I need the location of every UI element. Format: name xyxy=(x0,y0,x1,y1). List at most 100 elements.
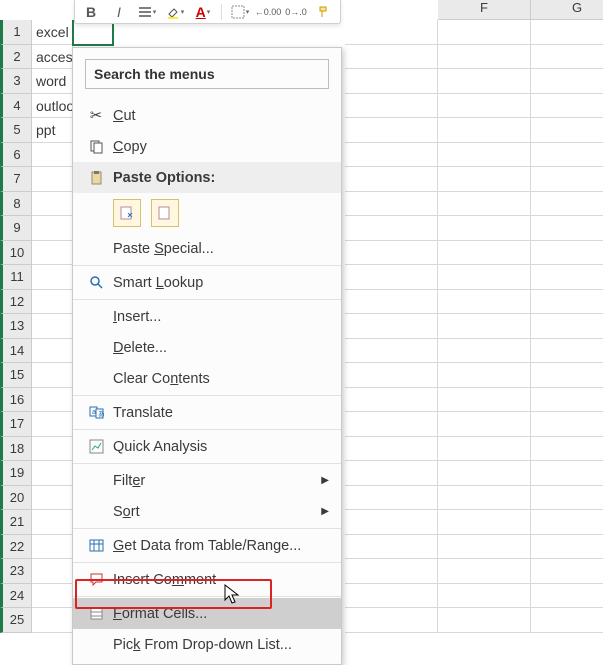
col-header-g[interactable]: G xyxy=(531,0,603,20)
cell[interactable] xyxy=(345,167,438,192)
cell-a1[interactable]: excel xyxy=(32,20,73,45)
cell[interactable] xyxy=(345,216,438,241)
menu-insert[interactable]: Insert... xyxy=(73,301,341,332)
cell[interactable] xyxy=(531,167,603,192)
row-header[interactable]: 20 xyxy=(0,486,32,511)
cell[interactable] xyxy=(531,118,603,143)
cell[interactable] xyxy=(32,339,73,364)
menu-copy[interactable]: Copy xyxy=(73,131,341,162)
cell[interactable] xyxy=(438,314,531,339)
cell[interactable] xyxy=(345,486,438,511)
row-header[interactable]: 24 xyxy=(0,584,32,609)
menu-cut[interactable]: ✂ Cut xyxy=(73,100,341,131)
row-header[interactable]: 22 xyxy=(0,535,32,560)
menu-filter[interactable]: Filter ▶ xyxy=(73,465,341,496)
cell[interactable] xyxy=(32,265,73,290)
cell-a3[interactable]: word xyxy=(32,69,73,94)
cell[interactable] xyxy=(531,45,603,70)
cell[interactable] xyxy=(345,241,438,266)
row-header[interactable]: 19 xyxy=(0,461,32,486)
cell[interactable] xyxy=(438,241,531,266)
cell[interactable] xyxy=(531,216,603,241)
cell[interactable] xyxy=(32,216,73,241)
cell[interactable] xyxy=(345,314,438,339)
cell[interactable] xyxy=(345,559,438,584)
cell[interactable] xyxy=(438,167,531,192)
cell[interactable] xyxy=(438,20,531,45)
cell[interactable] xyxy=(531,510,603,535)
cell[interactable] xyxy=(438,69,531,94)
cell[interactable] xyxy=(345,339,438,364)
row-header[interactable]: 3 xyxy=(0,69,32,94)
cell[interactable] xyxy=(345,118,438,143)
cell-a4[interactable]: outlook xyxy=(32,94,73,119)
cell[interactable] xyxy=(531,461,603,486)
menu-search-input[interactable]: Search the menus xyxy=(85,59,329,89)
cell-a5[interactable]: ppt xyxy=(32,118,73,143)
cell[interactable] xyxy=(531,486,603,511)
row-header[interactable]: 17 xyxy=(0,412,32,437)
cell[interactable] xyxy=(438,143,531,168)
cell[interactable] xyxy=(345,510,438,535)
cell[interactable] xyxy=(438,118,531,143)
row-header[interactable]: 21 xyxy=(0,510,32,535)
decrease-decimal-button[interactable]: ←0.00 xyxy=(258,2,278,22)
cell[interactable] xyxy=(531,535,603,560)
cell[interactable] xyxy=(438,363,531,388)
cell[interactable] xyxy=(345,437,438,462)
cell[interactable] xyxy=(531,20,603,45)
cell[interactable] xyxy=(345,94,438,119)
cell[interactable] xyxy=(531,437,603,462)
cell[interactable] xyxy=(32,143,73,168)
cell[interactable] xyxy=(32,608,73,633)
row-header[interactable]: 23 xyxy=(0,559,32,584)
row-header[interactable]: 11 xyxy=(0,265,32,290)
cell[interactable] xyxy=(438,461,531,486)
cell[interactable] xyxy=(32,461,73,486)
cell[interactable] xyxy=(438,412,531,437)
cell[interactable] xyxy=(438,486,531,511)
cell[interactable] xyxy=(32,584,73,609)
cell[interactable] xyxy=(531,241,603,266)
cell[interactable] xyxy=(32,559,73,584)
row-header[interactable]: 5 xyxy=(0,118,32,143)
menu-translate[interactable]: aあ Translate xyxy=(73,397,341,428)
align-button[interactable]: ▾ xyxy=(137,2,157,22)
cell[interactable] xyxy=(32,363,73,388)
cell[interactable] xyxy=(32,388,73,413)
cell[interactable] xyxy=(438,510,531,535)
menu-clear-contents[interactable]: Clear Contents xyxy=(73,363,341,394)
cell[interactable] xyxy=(531,143,603,168)
menu-quick-analysis[interactable]: Quick Analysis xyxy=(73,431,341,462)
cell[interactable] xyxy=(32,290,73,315)
paste-button[interactable] xyxy=(113,199,141,227)
cell[interactable] xyxy=(345,363,438,388)
cell[interactable] xyxy=(531,94,603,119)
cell[interactable] xyxy=(345,584,438,609)
cell[interactable] xyxy=(438,584,531,609)
cell[interactable] xyxy=(32,486,73,511)
font-color-button[interactable]: A▾ xyxy=(193,2,213,22)
cell[interactable] xyxy=(531,192,603,217)
cell[interactable] xyxy=(345,192,438,217)
cell[interactable] xyxy=(32,510,73,535)
cell[interactable] xyxy=(531,314,603,339)
cell[interactable] xyxy=(345,69,438,94)
row-header[interactable]: 8 xyxy=(0,192,32,217)
menu-format-cells[interactable]: Format Cells... xyxy=(73,598,341,629)
cell[interactable] xyxy=(438,265,531,290)
menu-delete[interactable]: Delete... xyxy=(73,332,341,363)
cell[interactable] xyxy=(438,290,531,315)
cell[interactable] xyxy=(345,412,438,437)
cell[interactable] xyxy=(32,412,73,437)
italic-button[interactable]: I xyxy=(109,2,129,22)
cell[interactable] xyxy=(32,241,73,266)
col-header-f[interactable]: F xyxy=(438,0,531,20)
cell[interactable] xyxy=(531,559,603,584)
cell[interactable] xyxy=(438,535,531,560)
row-header[interactable]: 10 xyxy=(0,241,32,266)
cell[interactable] xyxy=(438,216,531,241)
row-header[interactable]: 16 xyxy=(0,388,32,413)
row-header[interactable]: 2 xyxy=(0,45,32,70)
cell[interactable] xyxy=(438,339,531,364)
